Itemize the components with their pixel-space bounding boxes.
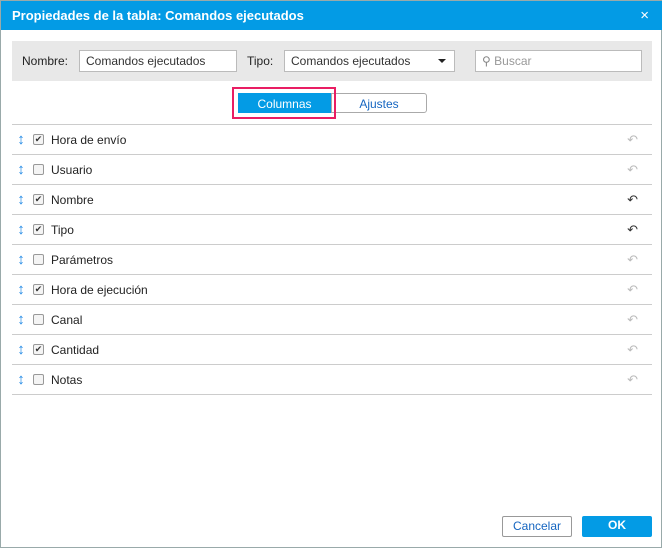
column-list: ↕ ✔ Hora de envío ↶ ↕ Usuario ↶ ↕ ✔ Nombre ↶ ↕ ✔ Tipo… <box>12 124 652 395</box>
drag-handle-icon[interactable]: ↕ <box>16 281 26 298</box>
column-row: ↕ Canal ↶ <box>12 305 652 335</box>
column-row: ↕ ✔ Cantidad ↶ <box>12 335 652 365</box>
reset-icon[interactable]: ↶ <box>627 162 638 178</box>
chevron-down-icon <box>438 59 446 63</box>
drag-handle-icon[interactable]: ↕ <box>16 161 26 178</box>
column-label: Canal <box>51 312 83 327</box>
name-input[interactable]: Comandos ejecutados <box>79 50 237 72</box>
column-checkbox[interactable] <box>33 254 44 265</box>
dialog: Propiedades de la tabla: Comandos ejecut… <box>0 0 662 548</box>
column-checkbox[interactable] <box>33 314 44 325</box>
drag-handle-icon[interactable]: ↕ <box>16 311 26 328</box>
highlight-box <box>232 87 336 119</box>
column-row: ↕ Parámetros ↶ <box>12 245 652 275</box>
column-label: Nombre <box>51 192 94 207</box>
reset-icon[interactable]: ↶ <box>627 222 638 238</box>
drag-handle-icon[interactable]: ↕ <box>16 371 26 388</box>
dialog-title: Propiedades de la tabla: Comandos ejecut… <box>12 8 304 23</box>
drag-handle-icon[interactable]: ↕ <box>16 221 26 238</box>
search-icon: ⚲ <box>482 54 491 68</box>
column-label: Hora de ejecución <box>51 282 148 297</box>
type-label: Tipo: <box>247 54 274 68</box>
reset-icon[interactable]: ↶ <box>627 132 638 148</box>
column-row: ↕ ✔ Tipo ↶ <box>12 215 652 245</box>
search-input[interactable]: ⚲ Buscar <box>475 50 642 72</box>
column-label: Parámetros <box>51 252 114 267</box>
reset-icon[interactable]: ↶ <box>627 372 638 388</box>
column-checkbox[interactable] <box>33 164 44 175</box>
filter-bar: Nombre: Comandos ejecutados Tipo: Comand… <box>12 41 652 81</box>
dialog-header: Propiedades de la tabla: Comandos ejecut… <box>1 1 662 30</box>
search-placeholder: Buscar <box>494 54 532 68</box>
column-label: Tipo <box>51 222 74 237</box>
column-label: Usuario <box>51 162 93 177</box>
type-select[interactable]: Comandos ejecutados <box>284 50 455 72</box>
column-checkbox[interactable]: ✔ <box>33 194 44 205</box>
reset-icon[interactable]: ↶ <box>627 342 638 358</box>
ok-button[interactable]: OK <box>582 516 652 537</box>
column-label: Hora de envío <box>51 132 127 147</box>
column-checkbox[interactable]: ✔ <box>33 224 44 235</box>
tab-settings[interactable]: Ajustes <box>331 93 427 113</box>
name-label: Nombre: <box>22 54 69 68</box>
reset-icon[interactable]: ↶ <box>627 252 638 268</box>
reset-icon[interactable]: ↶ <box>627 192 638 208</box>
column-row: ↕ Usuario ↶ <box>12 155 652 185</box>
type-value: Comandos ejecutados <box>291 54 411 68</box>
column-row: ↕ Notas ↶ <box>12 365 652 395</box>
drag-handle-icon[interactable]: ↕ <box>16 341 26 358</box>
cancel-button[interactable]: Cancelar <box>502 516 572 537</box>
drag-handle-icon[interactable]: ↕ <box>16 191 26 208</box>
column-row: ↕ ✔ Nombre ↶ <box>12 185 652 215</box>
column-checkbox[interactable]: ✔ <box>33 134 44 145</box>
drag-handle-icon[interactable]: ↕ <box>16 131 26 148</box>
reset-icon[interactable]: ↶ <box>627 312 638 328</box>
column-checkbox[interactable] <box>33 374 44 385</box>
reset-icon[interactable]: ↶ <box>627 282 638 298</box>
column-label: Notas <box>51 372 83 387</box>
close-icon[interactable]: × <box>640 1 649 30</box>
column-checkbox[interactable]: ✔ <box>33 344 44 355</box>
column-row: ↕ ✔ Hora de envío ↶ <box>12 125 652 155</box>
column-row: ↕ ✔ Hora de ejecución ↶ <box>12 275 652 305</box>
column-label: Cantidad <box>51 342 100 357</box>
column-checkbox[interactable]: ✔ <box>33 284 44 295</box>
drag-handle-icon[interactable]: ↕ <box>16 251 26 268</box>
